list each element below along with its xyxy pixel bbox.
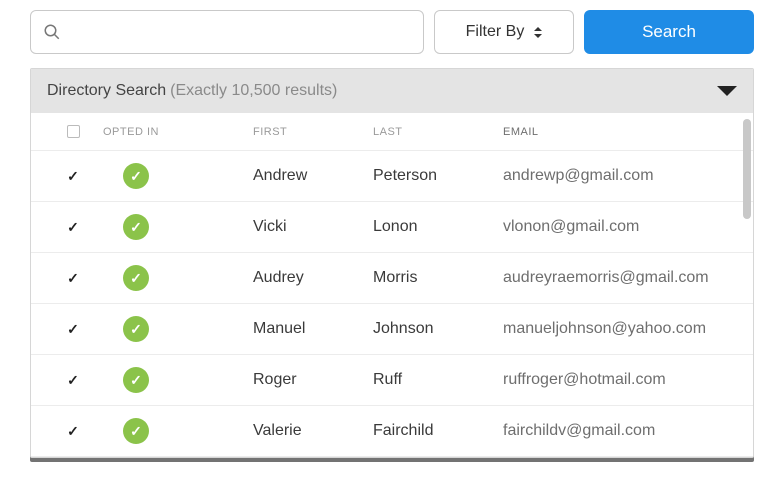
opted-in-icon [123,367,149,393]
table-header: OPTED IN FIRST LAST EMAIL [31,113,753,151]
row-first: Roger [253,371,373,389]
table-row[interactable]: AndrewPetersonandrewp@gmail.com [31,151,753,202]
row-email: vlonon@gmail.com [503,218,737,236]
row-last: Fairchild [373,422,503,440]
row-email: fairchildv@gmail.com [503,422,737,440]
table-row[interactable]: ValerieFairchildfairchildv@gmail.com [31,406,753,457]
table-row[interactable]: AudreyMorrisaudreyraemorris@gmail.com [31,253,753,304]
opted-in-icon [123,316,149,342]
table-row[interactable]: VickiLononvlonon@gmail.com [31,202,753,253]
row-first: Andrew [253,167,373,185]
panel-count: (Exactly 10,500 results) [170,82,337,100]
row-check-cell [43,422,103,440]
row-opted-cell [103,418,253,444]
opted-in-icon [123,163,149,189]
row-first: Vicki [253,218,373,236]
col-first: FIRST [253,126,373,138]
results-panel: Directory Search (Exactly 10,500 results… [30,68,754,458]
table-row[interactable]: RogerRuffruffroger@hotmail.com [31,355,753,406]
col-opted: OPTED IN [103,126,253,138]
row-email: audreyraemorris@gmail.com [503,269,737,287]
row-email: andrewp@gmail.com [503,167,737,185]
opted-in-icon [123,418,149,444]
row-opted-cell [103,163,253,189]
col-email: EMAIL [503,126,737,138]
sort-icon [534,27,542,38]
row-opted-cell [103,316,253,342]
search-input[interactable] [69,23,411,41]
col-last: LAST [373,126,503,138]
row-last: Peterson [373,167,503,185]
checkmark-icon[interactable] [64,269,82,287]
row-email: manueljohnson@yahoo.com [503,320,737,338]
results-grid: OPTED IN FIRST LAST EMAIL AndrewPeterson… [31,113,753,457]
row-check-cell [43,167,103,185]
checkmark-icon[interactable] [64,422,82,440]
checkmark-icon[interactable] [64,371,82,389]
row-email: ruffroger@hotmail.com [503,371,737,389]
search-button[interactable]: Search [584,10,754,54]
row-first: Audrey [253,269,373,287]
row-first: Valerie [253,422,373,440]
scrollbar[interactable] [743,119,751,219]
panel-header: Directory Search (Exactly 10,500 results… [31,69,753,113]
collapse-icon[interactable] [717,86,737,96]
table-row[interactable]: ManuelJohnsonmanueljohnson@yahoo.com [31,304,753,355]
row-last: Morris [373,269,503,287]
opted-in-icon [123,265,149,291]
row-last: Johnson [373,320,503,338]
panel-title: Directory Search [47,82,166,100]
row-last: Lonon [373,218,503,236]
row-first: Manuel [253,320,373,338]
search-icon [43,23,61,41]
opted-in-icon [123,214,149,240]
select-all-cell [43,125,103,138]
row-opted-cell [103,265,253,291]
filter-dropdown[interactable]: Filter By [434,10,574,54]
row-opted-cell [103,367,253,393]
row-check-cell [43,269,103,287]
row-last: Ruff [373,371,503,389]
checkmark-icon[interactable] [64,167,82,185]
toolbar: Filter By Search [30,10,754,54]
select-all-checkbox[interactable] [67,125,80,138]
row-check-cell [43,320,103,338]
checkmark-icon[interactable] [64,218,82,236]
row-check-cell [43,218,103,236]
checkmark-icon[interactable] [64,320,82,338]
row-opted-cell [103,214,253,240]
search-box[interactable] [30,10,424,54]
row-check-cell [43,371,103,389]
filter-label: Filter By [466,23,525,41]
